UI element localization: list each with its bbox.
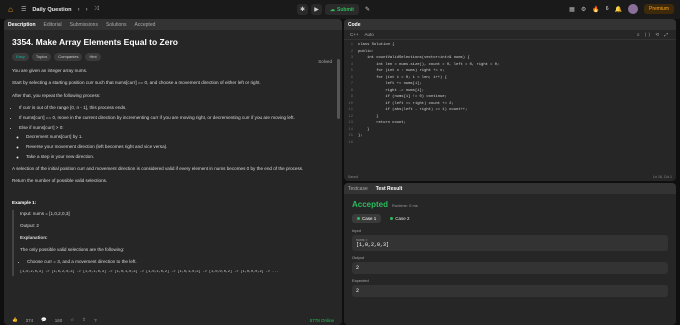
problem-description: 3354. Make Array Elements Equal to Zero … [4,30,342,287]
prev-question-icon[interactable]: ‹ [78,7,80,13]
streak-icon[interactable]: 🔥 [592,6,599,13]
avatar[interactable] [627,4,638,14]
paragraph: After that, you repeat the following pro… [12,92,101,98]
accepted-status: Accepted [352,200,389,209]
tab-accepted[interactable]: Accepted [135,22,156,28]
tab-submissions[interactable]: Submissions [70,22,98,28]
example-explanation: The only possible valid selections are t… [20,247,125,252]
star-icon[interactable]: ☆ [70,317,74,323]
case-label: Case 1 [362,216,377,221]
output-box: 2 [352,262,668,274]
case-1-tab[interactable]: Case 1 [352,214,382,223]
premium-button[interactable]: Premium [643,4,674,14]
list-item: If nums[curr] == 0, move in the current … [19,114,334,121]
description-scrollbar[interactable] [337,59,340,119]
list-item: Choose curr = 3, and a movement directio… [27,258,334,265]
list-item-text: Else if nums[curr] > 0: [19,124,64,130]
leetcode-logo-icon[interactable]: ⌂ [6,5,15,14]
example-explanation-label: Explanation: [20,234,48,240]
debug-icon[interactable]: ✱ [297,4,308,15]
submit-label: Submit [337,6,354,13]
case-label: Case 2 [395,216,410,221]
tab-description[interactable]: Description [8,22,36,28]
pass-dot-icon [390,217,394,220]
bell-icon[interactable]: 🔔 [615,6,622,13]
problem-title: 3354. Make Array Elements Equal to Zero [12,37,178,47]
pass-dot-icon [357,217,360,220]
list-item: Reverse your movement direction (left be… [26,143,334,150]
streak-count: 6 [605,6,609,12]
paragraph: A selection of the initial position curr… [12,166,304,172]
companies-tag[interactable]: Companies [54,53,83,62]
list-icon[interactable]: ☰ [21,6,26,13]
comment-icon[interactable]: 💬 [41,317,47,323]
runtime: Runtime: 0 ms [392,203,418,208]
list-item: If curr is out of the range [0, n - 1], … [19,104,334,111]
description-panel: Description Editorial Submissions Soluti… [4,19,342,325]
line-number: 16 [348,140,353,145]
code-text: }; [358,134,363,138]
solved-badge: Solved [318,59,332,64]
daily-question-link[interactable]: Daily Question [32,7,71,13]
comments-count: 160 [54,317,63,323]
next-question-icon[interactable]: › [86,7,88,13]
online-count: 5778 Online [309,317,334,323]
run-button[interactable]: ▶ [311,4,322,15]
language-select[interactable]: C++ [350,32,359,37]
settings-icon[interactable]: ⚙ [581,6,586,13]
expected-box: 2 [352,285,668,297]
like-icon[interactable]: 👍 [12,317,18,323]
description-status-bar: 👍 374 💬 160 ☆ ⇪ ? 5778 Online [4,315,342,325]
example-title: Example 1: [12,199,37,205]
help-icon[interactable]: ? [94,318,97,323]
code-panel: Code C++ Auto ≡ ⟨⟩ ⟲ ⤢ 1 class Solution {… [344,19,676,181]
list-item: Else if nums[curr] > 0: Decrement nums[c… [19,124,334,160]
auto-toggle[interactable]: Auto [365,32,374,37]
difficulty-badge: Easy [12,53,29,62]
input-box: nums = [1,0,2,0,3] [352,235,668,251]
share-icon[interactable]: ⇪ [82,317,86,323]
example-output: Output: 2 [20,222,39,228]
tab-code[interactable]: Code [348,22,361,28]
hint-tag[interactable]: Hint [85,53,101,62]
editor-toolbar: C++ Auto ≡ ⟨⟩ ⟲ ⤢ [344,30,676,40]
cursor-position: Ln 16, Col 1 [653,175,672,179]
saved-status: Saved [348,175,358,179]
top-bar: ⌂ ☰ Daily Question ‹ › ⤨ ✱ ▶ ☁ Submit ✎ ▦… [0,0,680,19]
topics-tag[interactable]: Topics [31,53,52,62]
paragraph: Return the number of possible valid sele… [12,178,108,184]
notes-icon[interactable]: ✎ [362,4,373,15]
likes-count: 374 [25,317,34,323]
code-tabs: Code [344,19,676,30]
input-label: Input [352,228,361,233]
paragraph: You are given an integer array nums. [12,68,88,74]
result-tabs: Testcase Test Result [344,183,676,194]
tab-solutions[interactable]: Solutions [106,22,127,28]
list-item: Decrement nums[curr] by 1. [26,133,334,140]
example-trace: [1,0,2,0,3] -> [1,0,2,0,3] -> [1,0,1,0,3… [20,270,279,275]
test-result-panel: Testcase Test Result Accepted Runtime: 0 … [344,183,676,325]
editor-actions-icon[interactable]: ≡ ⟨⟩ ⟲ ⤢ [637,32,676,38]
code-editor[interactable]: 1 class Solution {2 public: 3 int countVali… [344,40,676,146]
input-value: [1,0,2,0,3] [356,242,390,248]
description-tabs: Description Editorial Submissions Soluti… [4,19,342,30]
expected-label: Expected [352,278,369,283]
code-line[interactable]: 16 [344,140,676,147]
submit-button[interactable]: ☁ Submit [325,4,359,15]
tab-editorial[interactable]: Editorial [44,22,62,28]
case-2-tab[interactable]: Case 2 [385,214,414,223]
tab-test-result[interactable]: Test Result [376,186,403,192]
shuffle-icon[interactable]: ⤨ [94,6,99,13]
list-item: Take a step in your new direction. [26,153,334,160]
tab-testcase[interactable]: Testcase [348,186,368,192]
output-label: Output [352,255,365,260]
example-input: Input: nums = [1,0,2,0,3] [20,210,70,216]
layout-icon[interactable]: ▦ [569,6,575,13]
paragraph: Start by selecting a starting position c… [12,80,261,86]
